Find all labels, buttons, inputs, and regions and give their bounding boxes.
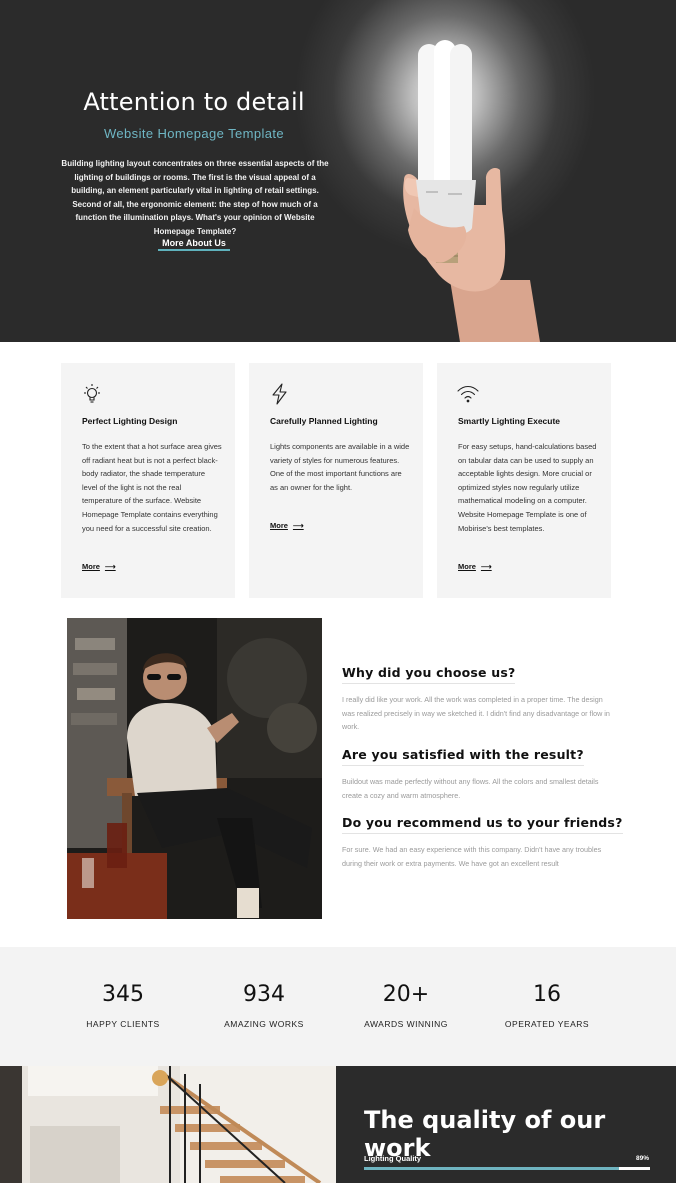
- hero-section: Attention to detail Website Homepage Tem…: [0, 0, 676, 342]
- faq-question: Are you satisfied with the result?: [342, 747, 584, 766]
- arrow-right-icon: ⟶: [480, 562, 492, 571]
- stat-value: 345: [102, 982, 144, 1007]
- stat-label: AMAZING WORKS: [224, 1019, 304, 1029]
- feature-text: To the extent that a hot surface area gi…: [82, 442, 222, 533]
- quality-section: The quality of our work Lighting Quality…: [336, 1066, 676, 1183]
- stat-value: 16: [533, 982, 561, 1007]
- stats-section: 345 HAPPY CLIENTS 934 AMAZING WORKS 20+ …: [0, 947, 676, 1066]
- staircase-photo: [0, 1066, 336, 1183]
- faq-answer: Buildout was made perfectly without any …: [342, 777, 599, 800]
- feature-more-link[interactable]: More ⟶: [270, 521, 304, 530]
- more-label: More: [82, 562, 100, 571]
- stat-value: 934: [243, 982, 285, 1007]
- stat-value: 20+: [382, 982, 430, 1007]
- stat-label: AWARDS WINNING: [364, 1019, 448, 1029]
- feature-card-smart-lighting: Smartly Lighting Execute For easy setups…: [437, 363, 611, 598]
- feature-text: For easy setups, hand-calculations based…: [458, 442, 597, 533]
- feature-card-lighting-design: Perfect Lighting Design To the extent th…: [61, 363, 235, 598]
- feature-title: Carefully Planned Lighting: [270, 416, 378, 426]
- feature-more-link[interactable]: More ⟶: [82, 562, 116, 571]
- faq-question: Do you recommend us to your friends?: [342, 815, 623, 834]
- more-label: More: [458, 562, 476, 571]
- feature-more-link[interactable]: More ⟶: [458, 562, 492, 571]
- lightning-icon: [272, 383, 287, 405]
- more-about-us-link[interactable]: More About Us: [158, 238, 230, 251]
- faq-answer: For sure. We had an easy experience with…: [342, 845, 602, 868]
- feature-card-planned-lighting: Carefully Planned Lighting Lights compon…: [249, 363, 423, 598]
- skill-percent: 89%: [635, 1155, 649, 1162]
- stat-label: OPERATED YEARS: [504, 1019, 590, 1029]
- man-in-chair-photo: [67, 618, 322, 919]
- hero-description: Building lighting layout concentrates on…: [61, 159, 329, 236]
- hero-title: Attention to detail: [83, 88, 305, 116]
- stat-label: HAPPY CLIENTS: [86, 1019, 160, 1029]
- faq-question: Why did you choose us?: [342, 665, 516, 684]
- skill-progress-fill: [364, 1167, 619, 1170]
- feature-title: Smartly Lighting Execute: [458, 416, 561, 426]
- hero-subtitle: Website Homepage Template: [103, 126, 285, 141]
- lightbulb-icon: [84, 384, 100, 403]
- hand-holding-bulb-image: [403, 40, 540, 342]
- skill-label: Lighting Quality: [364, 1154, 422, 1163]
- more-label: More: [270, 521, 288, 530]
- faq-answer: I really did like your work. All the wor…: [342, 695, 610, 732]
- wifi-icon: [457, 385, 479, 403]
- skill-progress-bar: [364, 1167, 650, 1170]
- feature-title: Perfect Lighting Design: [82, 416, 178, 426]
- feature-text: Lights components are available in a wid…: [270, 442, 410, 492]
- arrow-right-icon: ⟶: [292, 521, 304, 530]
- arrow-right-icon: ⟶: [104, 562, 116, 571]
